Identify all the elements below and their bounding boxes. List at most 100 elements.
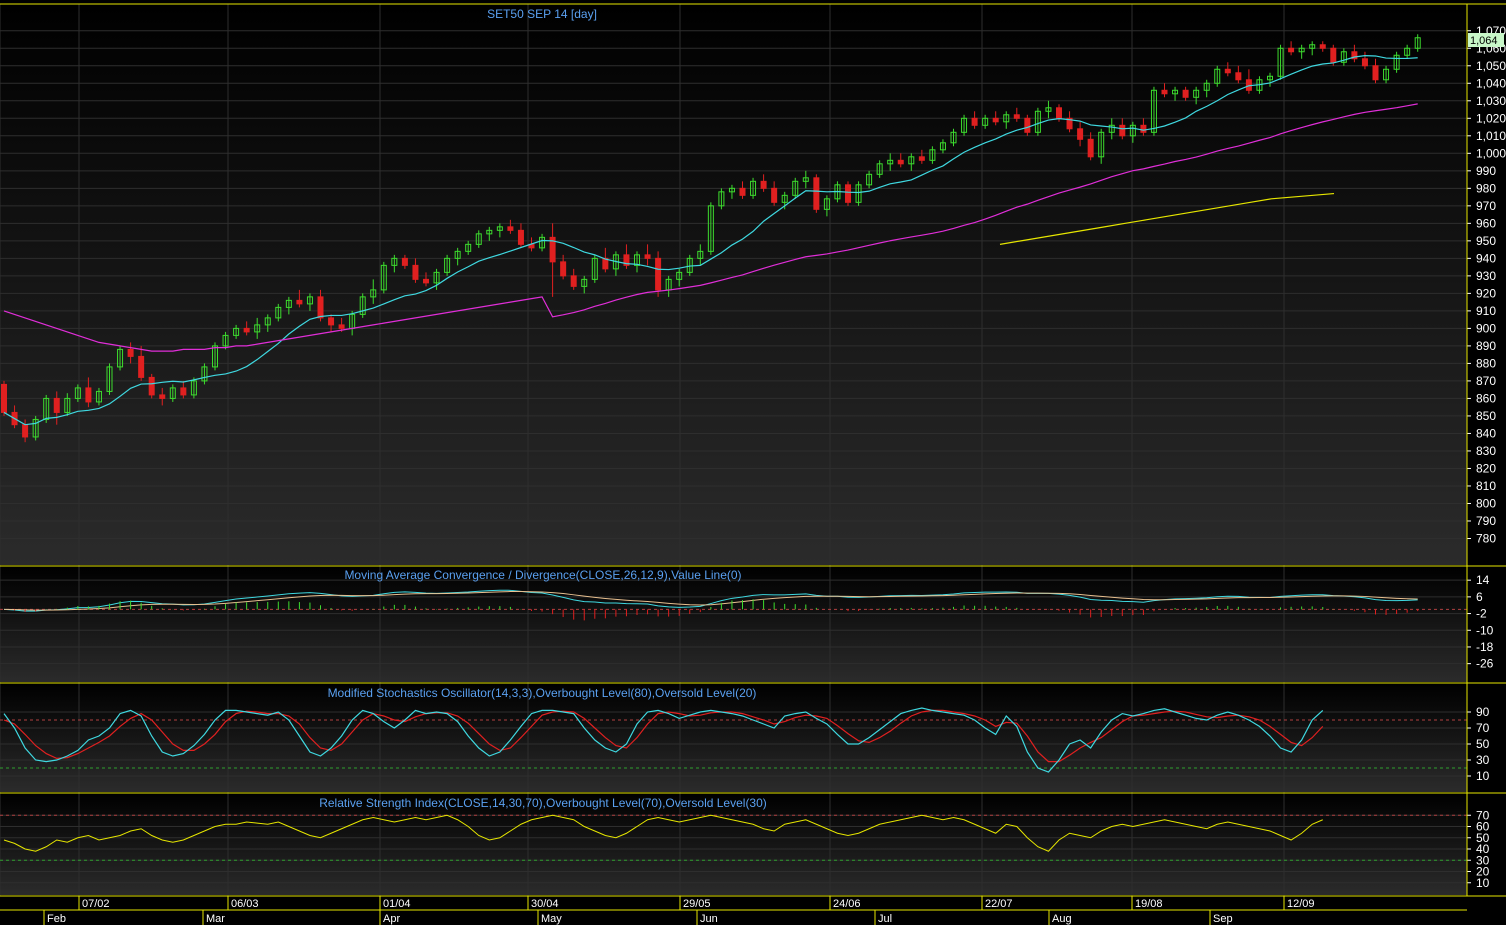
candle-body [992, 117, 999, 123]
price-tick-label: 940 [1476, 251, 1496, 265]
macd-tick-label: -2 [1476, 607, 1487, 621]
candle-body [1361, 58, 1368, 67]
date-label: 22/07 [985, 898, 1013, 910]
candle-body [85, 387, 92, 403]
date-label: 01/04 [383, 898, 411, 910]
candle-body [127, 348, 134, 357]
macd-tick-label: 14 [1476, 573, 1490, 587]
price-tick-label: 890 [1476, 339, 1496, 353]
candle-body [1087, 138, 1094, 158]
candle-body [338, 324, 345, 329]
month-label: Aug [1052, 913, 1072, 925]
rsi-title: Relative Strength Index(CLOSE,14,30,70),… [319, 796, 767, 810]
price-tick-label: 1,000 [1476, 146, 1506, 160]
month-label: Feb [47, 913, 66, 925]
price-tick-label: 1,050 [1476, 59, 1506, 73]
candle-body [1161, 89, 1168, 95]
candle-body [1119, 124, 1126, 137]
candle-body [971, 117, 978, 126]
candle-body [644, 254, 651, 259]
macd-tick-label: -10 [1476, 623, 1494, 637]
date-label: 30/04 [531, 898, 559, 910]
candle-body [1024, 117, 1031, 133]
month-label: May [541, 913, 562, 925]
candle-body [53, 397, 60, 413]
candle-body [517, 229, 524, 245]
price-tick-label: 800 [1476, 496, 1496, 510]
stochastic-tick-label: 10 [1476, 769, 1490, 783]
price-tick-label: 900 [1476, 321, 1496, 335]
price-tick-label: 850 [1476, 409, 1496, 423]
date-label: 29/05 [683, 898, 711, 910]
price-tick-label: 1,020 [1476, 111, 1506, 125]
candle-body [813, 177, 820, 210]
date-label: 07/02 [82, 898, 110, 910]
stochastic-title: Modified Stochastics Oscillator(14,3,3),… [328, 686, 757, 700]
candle-body [897, 159, 904, 165]
price-tick-label: 820 [1476, 461, 1496, 475]
date-label: 12/09 [1287, 898, 1315, 910]
price-tick-label: 980 [1476, 181, 1496, 195]
price-tick-label: 930 [1476, 269, 1496, 283]
candle-body [159, 394, 166, 399]
candle-body [739, 187, 746, 196]
price-tick-label: 840 [1476, 426, 1496, 440]
macd-tick-label: 6 [1476, 590, 1483, 604]
candle-body [560, 261, 567, 277]
candle-body [1182, 89, 1189, 98]
candle-body [1288, 47, 1295, 53]
price-tick-label: 1,010 [1476, 129, 1506, 143]
price-tick-label: 870 [1476, 374, 1496, 388]
candle-body [296, 299, 303, 305]
date-label: 24/06 [833, 898, 861, 910]
candle-body [570, 275, 577, 287]
candle-body [771, 187, 778, 203]
stock-chart: 1,0701,0601,0501,0401,0301,0201,0101,000… [0, 0, 1506, 925]
price-tick-label: 790 [1476, 514, 1496, 528]
month-label: Apr [383, 913, 400, 925]
price-tick-label: 780 [1476, 531, 1496, 545]
candle-body [1013, 114, 1020, 119]
candle-body [1235, 72, 1242, 81]
price-tick-label: 880 [1476, 356, 1496, 370]
candle-body [1224, 68, 1231, 74]
macd-title: Moving Average Convergence / Divergence(… [344, 568, 741, 582]
candle-body [138, 355, 145, 378]
stochastic-tick-label: 30 [1476, 753, 1490, 767]
price-tick-label: 950 [1476, 234, 1496, 248]
candle-body [918, 156, 925, 161]
candle-body [1330, 47, 1337, 63]
price-tick-label: 960 [1476, 216, 1496, 230]
stochastic-tick-label: 70 [1476, 721, 1490, 735]
month-label: Jul [878, 913, 892, 925]
stochastic-tick-label: 90 [1476, 705, 1490, 719]
candle-body [1140, 124, 1147, 133]
candle-body [243, 327, 250, 333]
month-label: Mar [206, 913, 225, 925]
date-label: 19/08 [1135, 898, 1163, 910]
last-value-badge: 1,064 [1468, 33, 1504, 47]
candle-body [1372, 65, 1379, 81]
price-tick-label: 1,030 [1476, 94, 1506, 108]
month-label: Sep [1213, 913, 1233, 925]
candle-body [328, 317, 335, 326]
price-tick-label: 990 [1476, 164, 1496, 178]
price-tick-label: 1,040 [1476, 76, 1506, 90]
price-tick-label: 810 [1476, 479, 1496, 493]
candle-body [317, 296, 324, 319]
rsi-tick-label: 10 [1476, 876, 1490, 890]
price-tick-label: 830 [1476, 444, 1496, 458]
candle-body [1, 383, 7, 413]
candle-body [148, 376, 155, 396]
price-chart-title: SET50 SEP 14 [day] [487, 7, 597, 21]
price-tick-label: 910 [1476, 304, 1496, 318]
candle-body [1319, 44, 1326, 49]
stochastic-tick-label: 50 [1476, 737, 1490, 751]
macd-tick-label: -18 [1476, 640, 1494, 654]
macd-pane[interactable] [0, 567, 1467, 682]
price-tick-label: 860 [1476, 391, 1496, 405]
candle-body [845, 184, 851, 203]
candle-body [401, 257, 408, 266]
candle-body [507, 226, 514, 231]
candle-body [423, 278, 429, 284]
